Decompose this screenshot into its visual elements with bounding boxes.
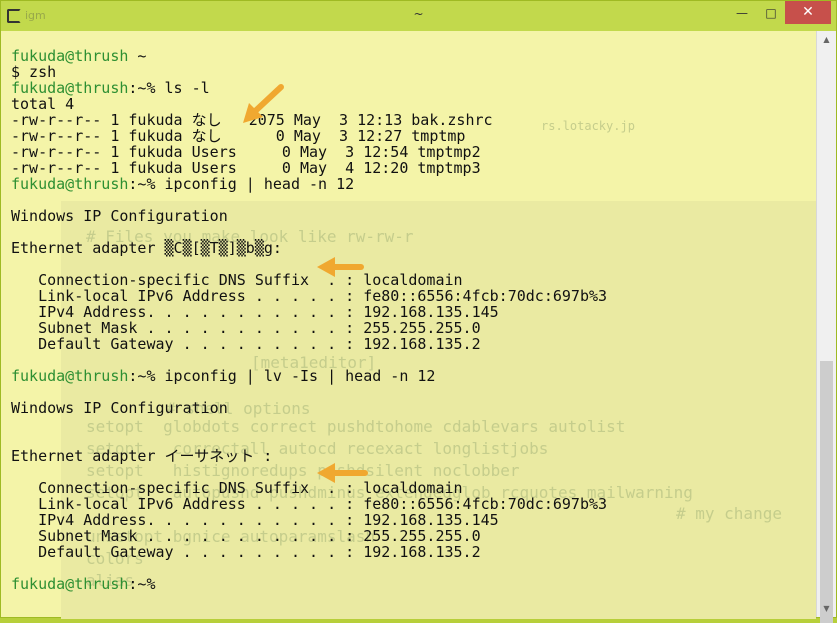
terminal-line: fukuda@thrush:~% ipconfig | head -n 12 bbox=[11, 176, 607, 192]
terminal-line: Connection-specific DNS Suffix . : local… bbox=[11, 480, 607, 496]
scrollbar-thumb[interactable] bbox=[820, 361, 833, 623]
terminal-line: -rw-r--r-- 1 fukuda なし 0 May 3 12:27 tmp… bbox=[11, 128, 607, 144]
ghost-text: # my change bbox=[676, 504, 782, 523]
terminal-text: Default Gateway . . . . . . . . . : 192.… bbox=[11, 543, 481, 561]
close-button[interactable]: ✕ bbox=[785, 1, 831, 24]
terminal-text: Default Gateway . . . . . . . . . : 192.… bbox=[11, 335, 481, 353]
terminal-line: Windows IP Configuration bbox=[11, 400, 607, 416]
terminal-line: Ethernet adapter イーサネット : bbox=[11, 448, 607, 464]
terminal-window: rs.lotacky.jp # Files you make look like… bbox=[0, 0, 837, 623]
terminal-text: :~% ls -l bbox=[128, 79, 210, 97]
terminal-line: Default Gateway . . . . . . . . . : 192.… bbox=[11, 336, 607, 352]
window-title: ~ bbox=[413, 7, 424, 21]
minimize-button[interactable]: — bbox=[727, 2, 757, 24]
scroll-up-arrow-icon[interactable]: ▲ bbox=[817, 31, 836, 48]
terminal-text: Ethernet adapter ▒C▒[▒T▒]▒b▒g: bbox=[11, 239, 282, 257]
terminal-line: Subnet Mask . . . . . . . . . . . : 255.… bbox=[11, 528, 607, 544]
maximize-button[interactable]: □ bbox=[757, 2, 785, 24]
terminal-line: IPv4 Address. . . . . . . . . . . : 192.… bbox=[11, 304, 607, 320]
scroll-down-arrow-icon[interactable]: ▼ bbox=[817, 600, 836, 617]
prompt-user-host: fukuda@thrush bbox=[11, 367, 129, 385]
terminal-text: Windows IP Configuration bbox=[11, 207, 228, 225]
terminal-line: fukuda@thrush:~% ls -l bbox=[11, 80, 607, 96]
terminal-text: :~% bbox=[128, 575, 156, 593]
terminal-line: -rw-r--r-- 1 fukuda なし 2075 May 3 12:13 … bbox=[11, 112, 607, 128]
terminal-output[interactable]: fukuda@thrush ~ $ zsh fukuda@thrush:~% ls … bbox=[11, 48, 607, 592]
prompt-user-host: fukuda@thrush bbox=[11, 175, 129, 193]
terminal-text: :~% ipconfig | lv -Is | head -n 12 bbox=[128, 367, 436, 385]
terminal-line: fukuda@thrush:~% ipconfig | lv -Is | hea… bbox=[11, 368, 607, 384]
terminal-text: :~% ipconfig | head -n 12 bbox=[128, 175, 355, 193]
terminal-line: fukuda@thrush:~% bbox=[11, 576, 607, 592]
prompt-user-host: fukuda@thrush bbox=[11, 575, 129, 593]
terminal-line: IPv4 Address. . . . . . . . . . . : 192.… bbox=[11, 512, 607, 528]
terminal-line: Connection-specific DNS Suffix . : local… bbox=[11, 272, 607, 288]
terminal-line: -rw-r--r-- 1 fukuda Users 0 May 3 12:54 … bbox=[11, 144, 607, 160]
terminal-line: Subnet Mask . . . . . . . . . . . : 255.… bbox=[11, 320, 607, 336]
terminal-line: Windows IP Configuration bbox=[11, 208, 607, 224]
terminal-line: Link-local IPv6 Address . . . . . : fe80… bbox=[11, 496, 607, 512]
vertical-scrollbar[interactable]: ▲ ▼ bbox=[816, 31, 836, 623]
terminal-line: $ zsh bbox=[11, 64, 607, 80]
terminal-line: total 4 bbox=[11, 96, 607, 112]
terminal-line: Default Gateway . . . . . . . . . : 192.… bbox=[11, 544, 607, 560]
annotation-arrow-icon bbox=[317, 463, 368, 483]
terminal-line: fukuda@thrush ~ bbox=[11, 48, 607, 64]
terminal-line: Link-local IPv6 Address . . . . . : fe80… bbox=[11, 288, 607, 304]
terminal-line: Ethernet adapter ▒C▒[▒T▒]▒b▒g: bbox=[11, 240, 607, 256]
title-bar: igm ~ — □ ✕ bbox=[1, 1, 836, 31]
terminal-text: Windows IP Configuration bbox=[11, 399, 228, 417]
annotation-arrow-icon bbox=[243, 84, 284, 123]
terminal-text: Ethernet adapter イーサネット : bbox=[11, 447, 273, 465]
terminal-text: ~ bbox=[128, 47, 147, 65]
terminal-line: -rw-r--r-- 1 fukuda Users 0 May 4 12:20 … bbox=[11, 160, 607, 176]
annotation-arrow-icon bbox=[317, 257, 364, 277]
